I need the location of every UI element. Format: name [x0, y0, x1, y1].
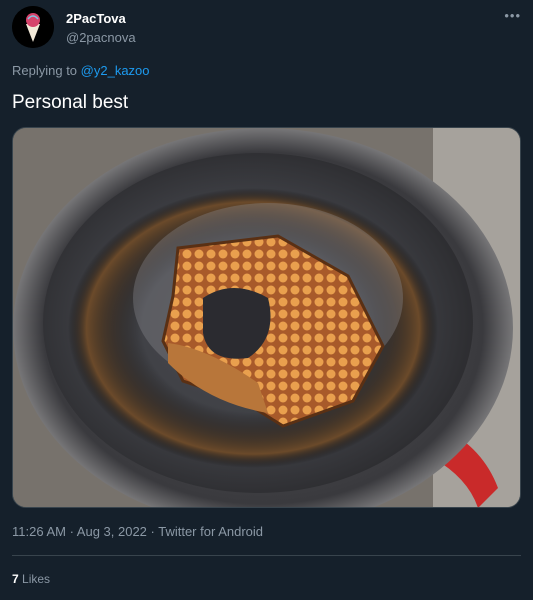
burnt-pot-photo [13, 128, 520, 507]
replying-prefix: Replying to [12, 63, 81, 78]
tweet-photo[interactable] [12, 127, 521, 508]
likes-label: Likes [22, 572, 51, 586]
tweet-text: Personal best [12, 92, 129, 113]
replying-to-line: Replying to @y2_kazoo [12, 63, 150, 78]
avatar-image [12, 6, 54, 48]
avatar[interactable] [12, 6, 54, 48]
user-handle[interactable]: @2pacnova [66, 30, 136, 45]
likes-stat[interactable]: 7 Likes [12, 572, 50, 586]
replying-to-link[interactable]: @y2_kazoo [81, 63, 150, 78]
divider [12, 555, 521, 556]
tweet-header: 2PacTova @2pacnova ••• [12, 6, 521, 50]
more-options-icon[interactable]: ••• [504, 8, 521, 23]
display-name[interactable]: 2PacTova [66, 11, 126, 26]
tweet-timestamp[interactable]: 11:26 AM · Aug 3, 2022 · Twitter for And… [12, 524, 263, 539]
likes-count: 7 [12, 572, 19, 586]
